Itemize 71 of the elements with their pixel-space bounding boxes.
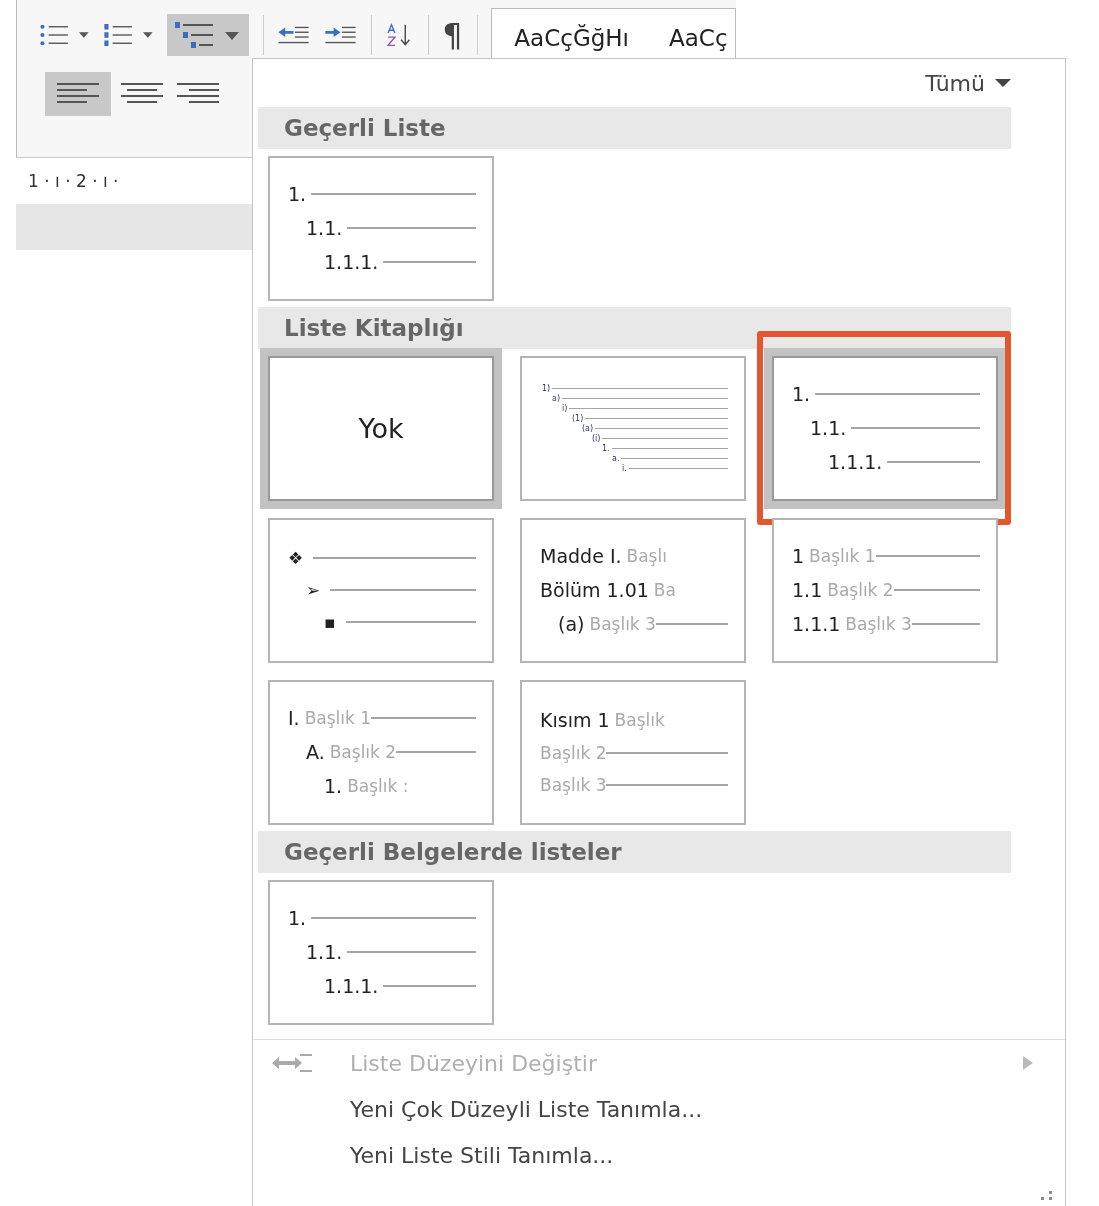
heading-label: Başlık 1: [304, 708, 372, 728]
list-number: i): [562, 403, 568, 413]
list-number: a): [552, 393, 561, 403]
list-number: 1.: [288, 183, 307, 205]
list-style-thumbnail[interactable]: I. Başlık 1 A. Başlık 2 1. Başlık :: [268, 679, 494, 825]
heading-label: Başlık 2: [329, 742, 397, 762]
list-number: 1.1: [792, 579, 823, 601]
section-header: Liste Kitaplığı: [258, 307, 1011, 349]
list-number: 1.1.: [306, 217, 343, 239]
heading-label: Başlık 1: [809, 546, 876, 566]
menu-item[interactable]: Yeni Çok Düzeyli Liste Tanımla...: [258, 1086, 1011, 1132]
list-number: (a): [558, 613, 585, 635]
heading-label: Başlık 3: [589, 614, 656, 634]
list-number: I.: [288, 707, 300, 729]
list-style-thumbnail[interactable]: 1. 1.1. 1.1.1.: [268, 879, 494, 1025]
list-number: (i): [592, 433, 601, 443]
list-number: 1.: [288, 907, 307, 929]
list-number: A.: [306, 741, 325, 763]
list-number: 1.1.1.: [324, 975, 379, 997]
align-left-icon[interactable]: [45, 72, 111, 116]
menu-item-label: Yeni Liste Stili Tanımla...: [350, 1142, 614, 1168]
none-label: Yok: [358, 412, 404, 444]
list-number: (a): [582, 423, 594, 433]
bullet-symbol: ❖: [288, 548, 304, 568]
menu-item-label: Liste Düzeyini Değiştir: [350, 1050, 597, 1076]
caret-icon[interactable]: [79, 31, 89, 39]
heading-label: Başlık: [614, 710, 665, 730]
list-number: (1): [572, 413, 584, 423]
list-number: 1.1.1.: [828, 451, 883, 473]
heading-label: Başlık 2: [540, 743, 607, 763]
menu-item-label: Yeni Çok Düzeyli Liste Tanımla...: [350, 1096, 703, 1122]
list-style-thumbnail[interactable]: ❖ ➢ ▪: [268, 517, 494, 663]
list-number: 1.1.1.: [324, 251, 379, 273]
style-preview[interactable]: AaCçĞğHı: [514, 25, 629, 51]
heading-label: Başlık 3: [540, 775, 607, 795]
style-preview[interactable]: AaCç: [669, 25, 728, 51]
list-number: 1.: [602, 443, 610, 453]
bullet-symbol: ▪: [324, 612, 336, 632]
list-number: 1.: [324, 775, 343, 797]
caret-icon: [995, 79, 1011, 87]
filter-dropdown[interactable]: Tümü: [925, 70, 1011, 96]
list-number: i.: [622, 463, 627, 473]
heading-label: Başlık 2: [827, 580, 894, 600]
pilcrow-button[interactable]: ¶: [442, 16, 463, 54]
heading-label: Ba: [653, 580, 676, 600]
list-style-thumbnail[interactable]: Madde I. Başlı Bölüm 1.01 Ba (a) Başlık 3: [520, 517, 746, 663]
list-number: 1: [792, 545, 805, 567]
bullet-symbol: ➢: [306, 580, 321, 600]
section-header: Geçerli Belgelerde listeler: [258, 831, 1011, 873]
section-header: Geçerli Liste: [258, 107, 1011, 149]
list-number: 1.: [792, 383, 811, 405]
list-number: 1.1.: [306, 941, 343, 963]
ruler: 1 · ı · 2 · ı ·: [27, 171, 119, 191]
list-style-thumbnail[interactable]: 1) a) i) (1) (a) (i) 1. a. i.: [520, 355, 746, 501]
list-number: Kısım 1: [540, 709, 610, 731]
menu-item[interactable]: Yeni Liste Stili Tanımla...: [258, 1132, 1011, 1178]
list-number: 1.1.: [810, 417, 847, 439]
list-number: a.: [612, 453, 620, 463]
change-level-icon: [270, 1052, 314, 1074]
caret-icon[interactable]: [143, 31, 153, 39]
list-number: Bölüm 1.01: [540, 579, 649, 601]
heading-label: Başlı: [626, 546, 667, 566]
heading-label: Başlık 3: [845, 614, 912, 634]
list-style-thumbnail[interactable]: 1 Başlık 1 1.1 Başlık 2 1.1.1 Başlık 3: [772, 517, 998, 663]
list-style-thumbnail[interactable]: Kısım 1 Başlık Başlık 2 Başlık 3: [520, 679, 746, 825]
list-style-thumbnail[interactable]: 1. 1.1. 1.1.1.: [268, 155, 494, 301]
list-number: 1.1.1: [792, 613, 841, 635]
heading-label: Başlık :: [347, 776, 409, 796]
multilevel-list-button[interactable]: [166, 14, 249, 56]
list-number: 1): [542, 383, 551, 393]
list-number: Madde I.: [540, 545, 622, 567]
